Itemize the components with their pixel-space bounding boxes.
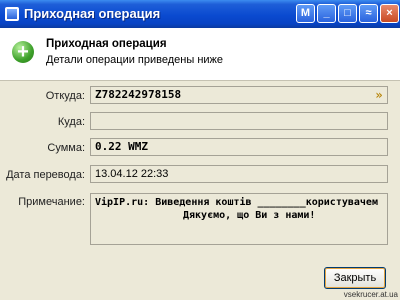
note-line-1: VipIP.ru: Виведення коштів ________корис… [95,197,378,208]
maximize-button[interactable]: □ [338,4,357,23]
amount-label: Сумма: [47,142,85,154]
from-label: Откуда: [45,90,85,102]
watermark: vsekrucer.at.ua [343,290,398,299]
plus-icon: + [12,41,34,63]
dialog-header: + Приходная операция Детали операции при… [0,28,400,81]
date-label: Дата перевода: [6,169,85,181]
header-subtitle: Детали операции приведены ниже [46,54,224,66]
note-field[interactable]: VipIP.ru: Виведення коштів ________корис… [90,193,388,245]
close-window-button[interactable]: × [380,4,399,23]
title-bar[interactable]: Приходная операция M _ □ ≈ × [0,0,400,28]
date-value: 13.04.12 22:33 [95,168,169,180]
amount-field[interactable]: 0.22 WMZ [90,138,388,156]
wm-icon-button[interactable]: M [296,4,315,23]
chevron-right-icon[interactable]: » [373,88,385,102]
rollup-button[interactable]: ≈ [359,4,378,23]
window-title: Приходная операция [24,6,161,21]
from-value: Z782242978158 [95,88,182,101]
amount-value: 0.22 WMZ [95,140,148,153]
header-title: Приходная операция [46,38,167,50]
close-button[interactable]: Закрыть [324,267,386,289]
note-label: Примечание: [18,196,85,208]
to-field[interactable] [90,112,388,130]
minimize-button[interactable]: _ [317,4,336,23]
to-label: Куда: [57,116,85,128]
window: Приходная операция M _ □ ≈ × + Приходная… [0,0,400,300]
date-field[interactable]: 13.04.12 22:33 [90,165,388,183]
note-line-2: Дякуємо, що Ви з нами! [183,210,316,221]
app-icon [5,7,19,21]
from-field[interactable]: Z782242978158 » [90,86,388,104]
